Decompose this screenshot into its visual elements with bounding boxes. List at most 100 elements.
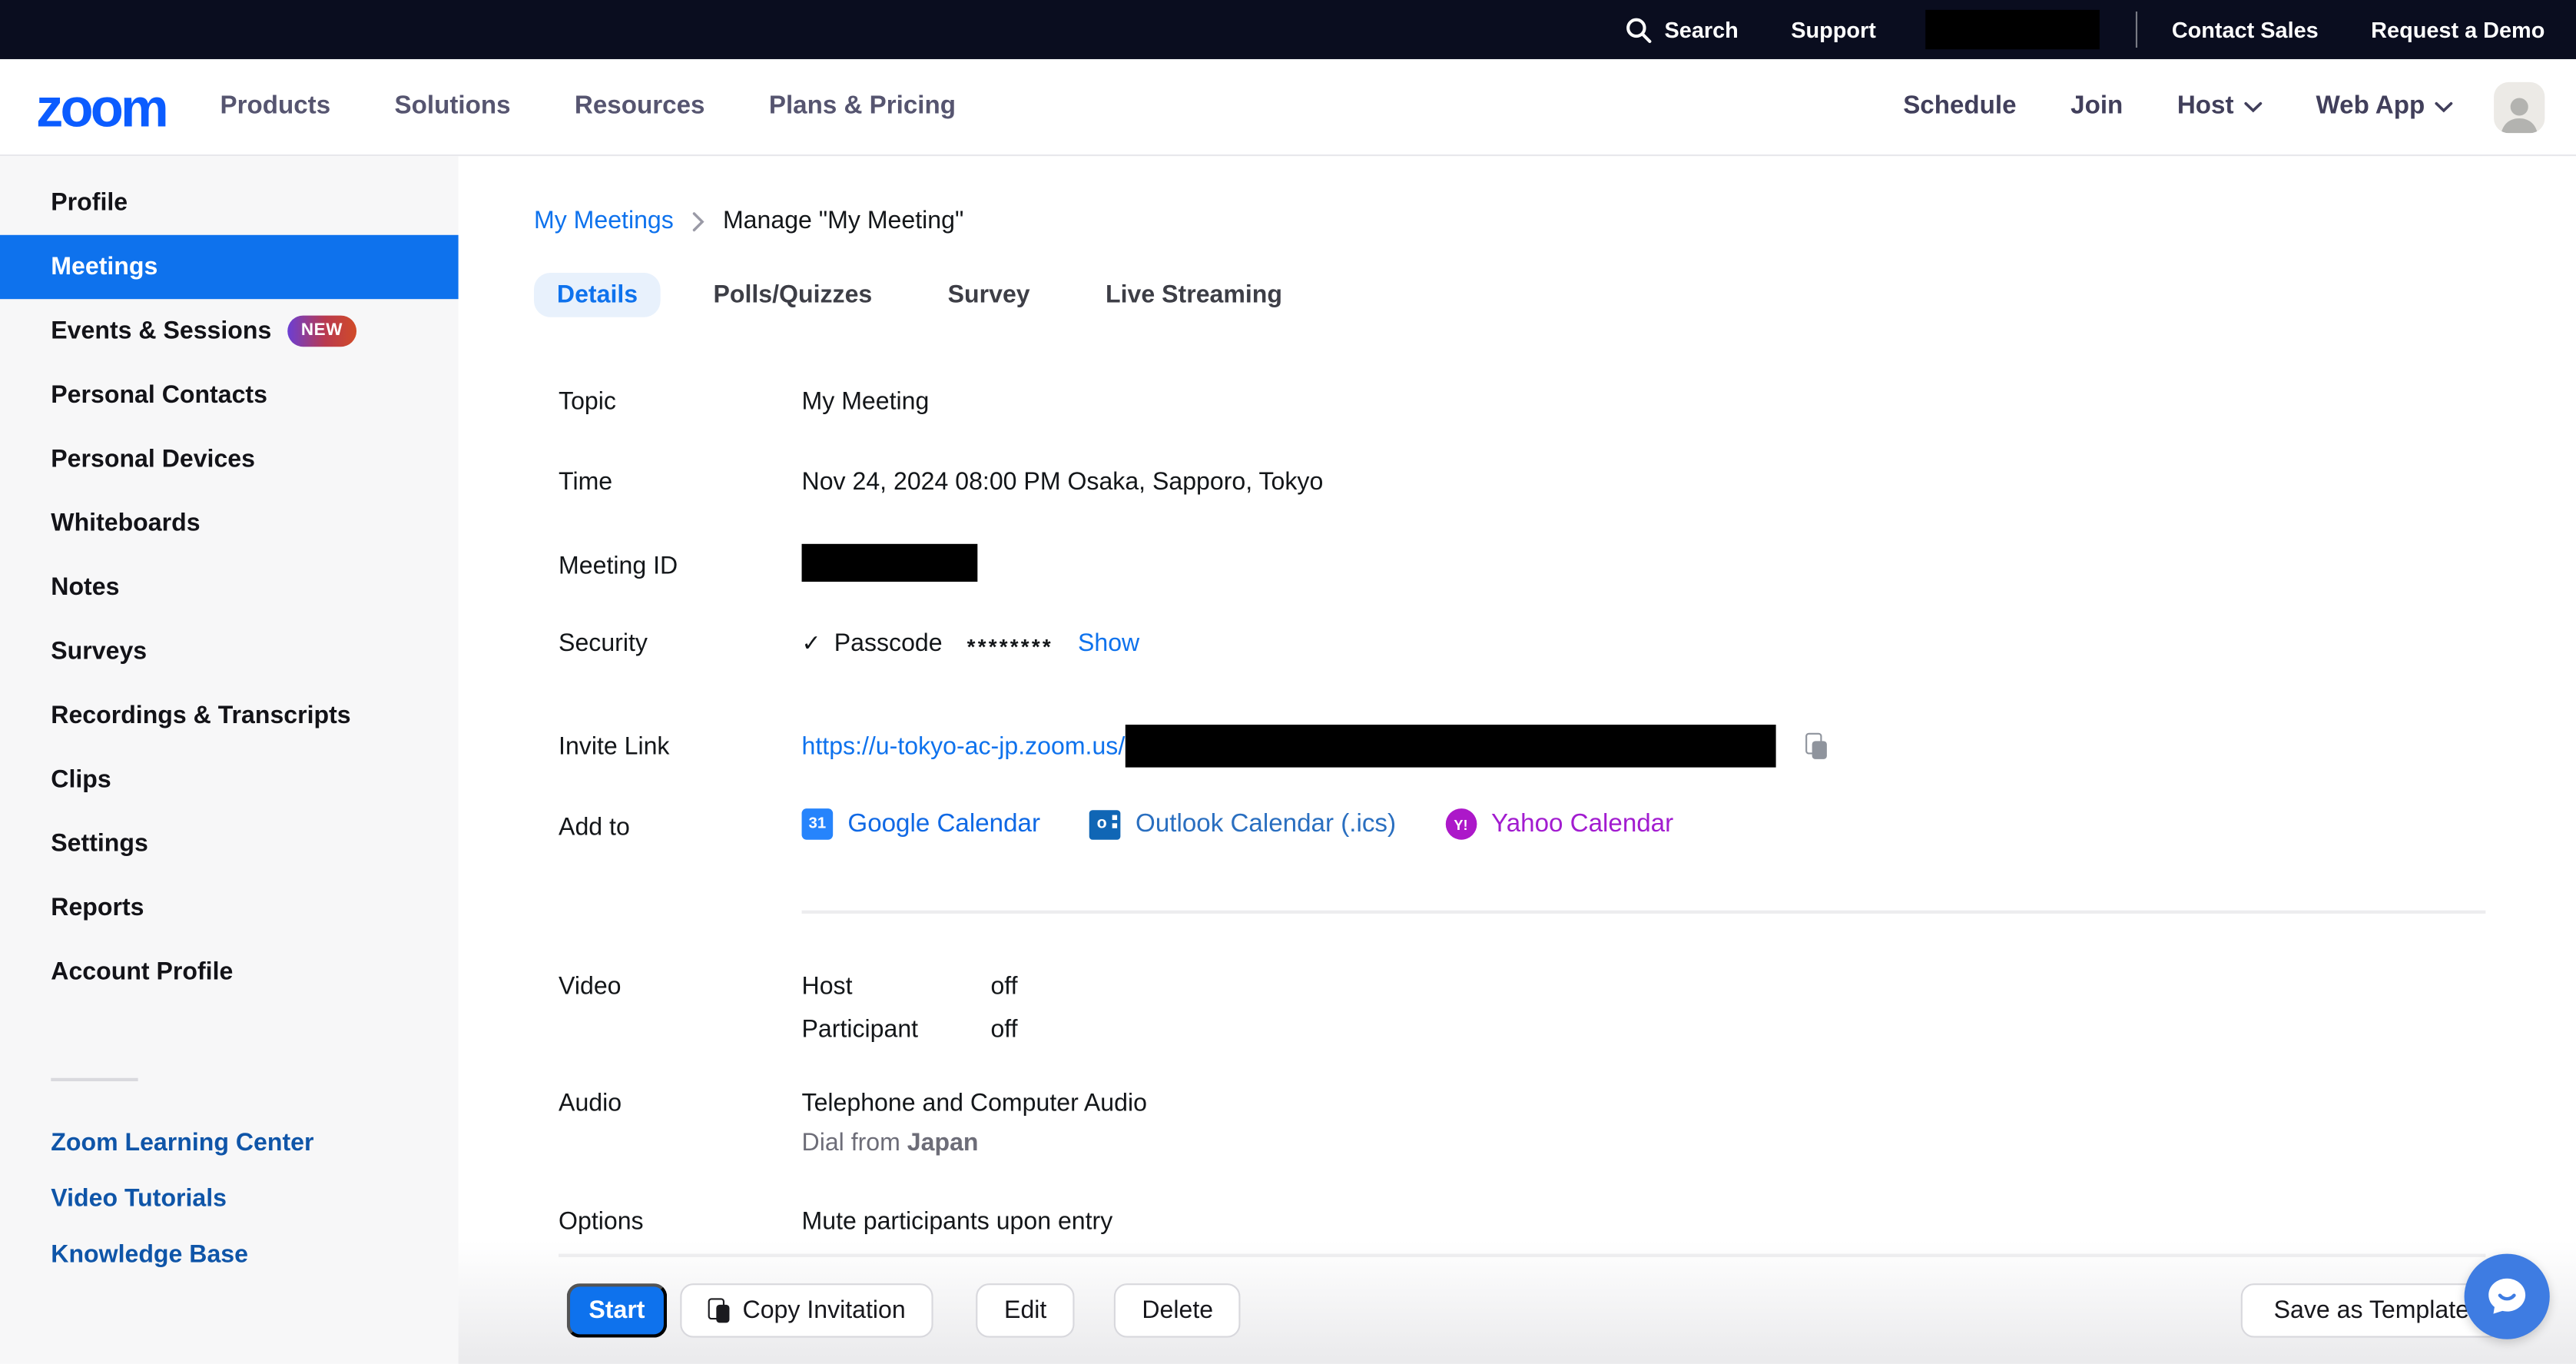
request-demo-link[interactable]: Request a Demo: [2371, 17, 2545, 41]
passcode-label: Passcode: [834, 629, 943, 657]
web-app-menu[interactable]: Web App: [2316, 92, 2452, 121]
options-label: Options: [559, 1206, 801, 1238]
sidebar-item-profile[interactable]: Profile: [0, 171, 459, 234]
host-label: Host: [2177, 92, 2234, 121]
outlook-grid: [1112, 815, 1117, 819]
topic-row: Topic My Meeting: [559, 387, 2485, 418]
video-label: Video: [559, 971, 801, 1003]
sidebar-divider: [51, 1078, 138, 1081]
sidebar-link-zoom-learning-center[interactable]: Zoom Learning Center: [0, 1114, 459, 1170]
topic-value: My Meeting: [802, 387, 930, 418]
chevron-down-icon: [2243, 101, 2262, 113]
search-button[interactable]: Search: [1625, 15, 1739, 43]
audio-type: Telephone and Computer Audio: [802, 1088, 1147, 1120]
options-value: Mute participants upon entry: [802, 1206, 1113, 1238]
add-to-label: Add to: [559, 808, 801, 843]
copy-invitation-button[interactable]: Copy Invitation: [680, 1283, 933, 1338]
sidebar-item-reports[interactable]: Reports: [0, 876, 459, 940]
contact-sales-link[interactable]: Contact Sales: [2172, 17, 2319, 41]
support-chat-button[interactable]: [2465, 1254, 2550, 1339]
google-calendar-icon: 31: [802, 808, 834, 840]
tab-details[interactable]: Details: [534, 273, 661, 317]
delete-button[interactable]: Delete: [1114, 1283, 1241, 1338]
tab-survey[interactable]: Survey: [948, 273, 1030, 317]
redacted-invite-link: [1125, 725, 1775, 768]
video-participant-value: off: [990, 1014, 1017, 1045]
video-host-row: Host off: [802, 971, 1018, 1003]
meeting-id-label: Meeting ID: [559, 547, 801, 582]
add-to-links: 31 Google Calendar o Outlook Calendar (.…: [802, 808, 1723, 840]
time-row: Time Nov 24, 2024 08:00 PM Osaka, Sappor…: [559, 466, 2485, 498]
main-navbar: zoom Products Solutions Resources Plans …: [0, 59, 2576, 156]
join-link[interactable]: Join: [2070, 92, 2123, 121]
security-label: Security: [559, 628, 801, 659]
tab-polls-quizzes[interactable]: Polls/Quizzes: [713, 273, 872, 317]
breadcrumb-current: Manage "My Meeting": [723, 207, 963, 234]
sidebar: Profile Meetings Events & Sessions NEW P…: [0, 156, 459, 1364]
sidebar-item-personal-contacts[interactable]: Personal Contacts: [0, 363, 459, 427]
user-avatar[interactable]: [2494, 81, 2545, 132]
copy-link-icon[interactable]: [1805, 733, 1827, 759]
audio-dial-from: Dial from Japan: [802, 1127, 1147, 1159]
outlook-calendar-label: Outlook Calendar (.ics): [1135, 809, 1396, 838]
save-as-template-button[interactable]: Save as Template: [2241, 1283, 2502, 1338]
copy-icon: [708, 1298, 730, 1323]
person-icon: [2497, 91, 2541, 132]
schedule-link[interactable]: Schedule: [1903, 92, 2016, 121]
edit-button[interactable]: Edit: [976, 1283, 1075, 1338]
sidebar-item-recordings-transcripts[interactable]: Recordings & Transcripts: [0, 684, 459, 748]
sidebar-link-video-tutorials[interactable]: Video Tutorials: [0, 1170, 459, 1226]
video-host-value: off: [990, 971, 1017, 1003]
check-icon: ✓: [802, 629, 821, 657]
sidebar-item-meetings[interactable]: Meetings: [0, 235, 459, 299]
nav-products[interactable]: Products: [220, 92, 330, 121]
meeting-id-row: Meeting ID: [559, 547, 2485, 582]
nav-plans-pricing[interactable]: Plans & Pricing: [769, 92, 956, 121]
breadcrumb: My Meetings Manage "My Meeting": [534, 207, 2576, 234]
video-settings: Host off Participant off: [802, 971, 1018, 1045]
topbar-divider: [2136, 12, 2137, 48]
host-menu[interactable]: Host: [2177, 92, 2262, 121]
sidebar-item-surveys[interactable]: Surveys: [0, 619, 459, 683]
google-calendar-link[interactable]: 31 Google Calendar: [802, 808, 1041, 840]
nav-solutions[interactable]: Solutions: [395, 92, 511, 121]
sidebar-link-knowledge-base[interactable]: Knowledge Base: [0, 1226, 459, 1282]
dial-from-country: Japan: [907, 1129, 979, 1157]
copy-invitation-label: Copy Invitation: [743, 1296, 906, 1324]
security-row: Security ✓ Passcode ******** Show: [559, 628, 2485, 659]
sidebar-item-account-profile[interactable]: Account Profile: [0, 940, 459, 1004]
yahoo-calendar-label: Yahoo Calendar: [1491, 809, 1673, 838]
yahoo-calendar-link[interactable]: Y! Yahoo Calendar: [1445, 808, 1673, 840]
sidebar-item-events-sessions[interactable]: Events & Sessions NEW: [0, 299, 459, 363]
invite-url-link[interactable]: https://u-tokyo-ac-jp.zoom.us/: [802, 732, 1126, 760]
search-icon: [1625, 15, 1653, 43]
sidebar-item-notes[interactable]: Notes: [0, 556, 459, 619]
redacted-account-text: [1925, 10, 2100, 49]
detail-rows: Topic My Meeting Time Nov 24, 2024 08:00…: [559, 387, 2485, 1257]
sidebar-item-clips[interactable]: Clips: [0, 748, 459, 811]
time-label: Time: [559, 466, 801, 498]
sidebar-item-label: Events & Sessions: [51, 317, 271, 345]
tab-live-streaming[interactable]: Live Streaming: [1106, 273, 1282, 317]
audio-value: Telephone and Computer Audio Dial from J…: [802, 1088, 1147, 1159]
passcode-mask: ********: [967, 628, 1053, 659]
zoom-logo[interactable]: zoom: [36, 80, 166, 134]
support-link[interactable]: Support: [1791, 17, 1876, 41]
video-participant-label: Participant: [802, 1014, 991, 1045]
google-calendar-label: Google Calendar: [847, 809, 1040, 838]
chevron-right-icon: [691, 212, 705, 232]
outlook-calendar-link[interactable]: o Outlook Calendar (.ics): [1089, 809, 1396, 838]
breadcrumb-my-meetings-link[interactable]: My Meetings: [534, 207, 674, 234]
invite-link-row: Invite Link https://u-tokyo-ac-jp.zoom.u…: [559, 725, 2485, 768]
start-button[interactable]: Start: [567, 1283, 667, 1338]
top-utility-bar: Search Support Contact Sales Request a D…: [0, 0, 2576, 59]
section-divider: [802, 911, 2486, 914]
show-passcode-link[interactable]: Show: [1078, 629, 1139, 657]
sidebar-item-settings[interactable]: Settings: [0, 811, 459, 875]
search-label: Search: [1665, 17, 1739, 41]
chat-bubble-icon: [2484, 1273, 2530, 1319]
sidebar-item-personal-devices[interactable]: Personal Devices: [0, 427, 459, 491]
nav-resources[interactable]: Resources: [575, 92, 705, 121]
sidebar-item-whiteboards[interactable]: Whiteboards: [0, 491, 459, 555]
invite-link-label: Invite Link: [559, 725, 801, 762]
